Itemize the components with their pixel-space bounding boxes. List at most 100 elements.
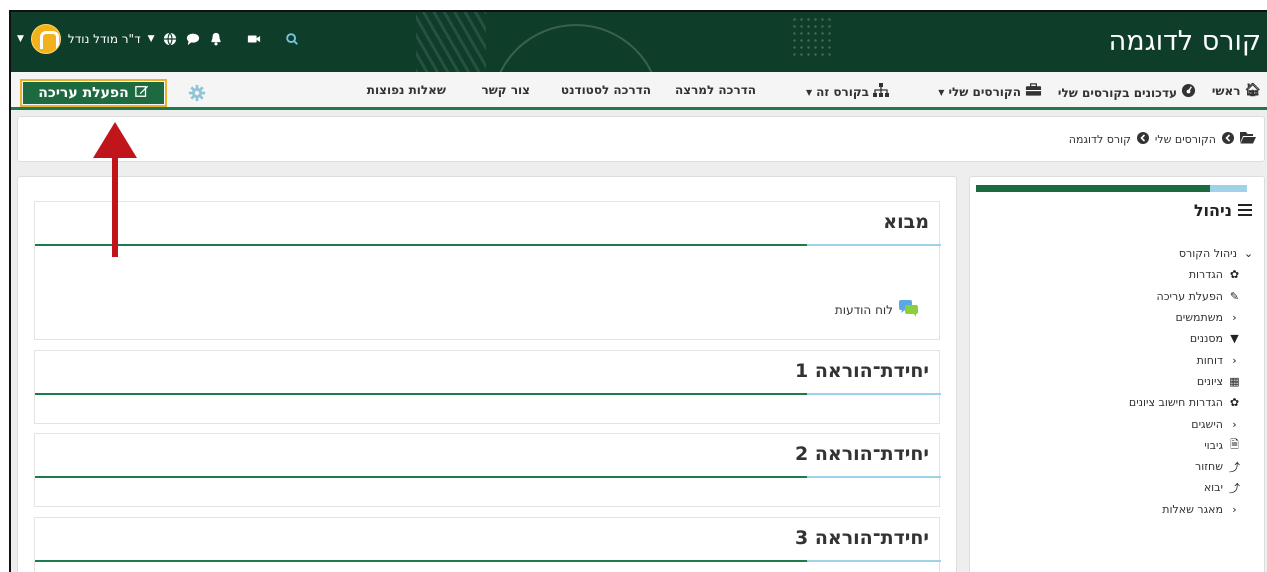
home-icon: 🏠︎	[1244, 83, 1261, 98]
course-content: מבוא לוח הודעות יחידת־הוראה 1 יחידת־הורא…	[17, 176, 957, 572]
breadcrumb: הקורסים שלי קורס לדוגמה	[17, 116, 1265, 162]
table-icon: ▦	[1229, 374, 1240, 388]
user-name[interactable]: ד"ר מודל נודל	[68, 32, 141, 46]
annotation-arrow	[93, 122, 137, 257]
edit-mode-label: הפעלת עריכה	[38, 85, 129, 101]
chevron-left-icon: ‹	[1232, 502, 1237, 516]
globe-icon[interactable]	[162, 31, 178, 47]
tree-item-import[interactable]: ⤴ יבוא	[1129, 477, 1254, 498]
nav-student-guide[interactable]: הדרכה לסטודנט	[561, 83, 651, 97]
tree-item-label: הפעלת עריכה	[1156, 289, 1223, 303]
folder-open-icon	[1240, 131, 1256, 147]
edit-mode-button-inner: הפעלת עריכה	[23, 82, 164, 104]
section-divider	[35, 476, 941, 478]
tree-item-grade-settings[interactable]: ✿ הגדרות חישוב ציונים	[1129, 392, 1254, 413]
course-section: יחידת־הוראה 2	[34, 433, 941, 507]
edit-icon	[134, 84, 149, 102]
user-menu-caret-icon[interactable]: ▼	[17, 34, 24, 44]
tree-item-label: הישגים	[1191, 417, 1223, 431]
search-icon[interactable]	[284, 31, 300, 47]
forum-icon	[899, 300, 919, 320]
nav-faq[interactable]: שאלות נפוצות	[367, 83, 446, 97]
nav-this-course[interactable]: בקורס זה ▼	[806, 83, 889, 101]
nav-my-courses-label: הקורסים שלי	[948, 85, 1021, 99]
course-section: יחידת־הוראה 1	[34, 350, 941, 424]
course-section: יחידת־הוראה 3	[34, 517, 941, 572]
nav-updates-label: עדכונים בקורסים שלי	[1057, 85, 1177, 100]
briefcase-icon	[1025, 83, 1042, 101]
language-caret-icon[interactable]: ▼	[148, 34, 155, 44]
chevron-down-icon: ▼	[805, 87, 813, 97]
forum-link[interactable]: לוח הודעות	[835, 300, 919, 320]
section-title[interactable]: מבוא	[883, 211, 929, 233]
nav-home[interactable]: 🏠︎ ראשי	[1212, 83, 1261, 98]
chevron-down-icon: ⌄	[1243, 247, 1254, 261]
browser-frame: קורס לדוגמה ▼ ד"ר מודל נודל ▼ 🏠︎ ראשי עד…	[9, 10, 1267, 572]
gear-icon: ✿	[1229, 268, 1240, 282]
bell-icon[interactable]	[208, 31, 224, 47]
nav-this-course-label: בקורס זה	[816, 85, 869, 99]
tree-item-label: משתמשים	[1175, 311, 1223, 325]
tree-item-users[interactable]: ‹ משתמשים	[1129, 307, 1254, 328]
page-header: קורס לדוגמה ▼ ד"ר מודל נודל ▼	[11, 12, 1267, 72]
tree-item-achievements[interactable]: ‹ הישגים	[1129, 413, 1254, 434]
section-title[interactable]: יחידת־הוראה 3	[795, 527, 929, 549]
section-title[interactable]: יחידת־הוראה 2	[795, 443, 929, 465]
course-section: מבוא לוח הודעות	[34, 201, 941, 340]
pencil-icon: ✎	[1229, 289, 1240, 303]
chevron-circle-icon	[1136, 131, 1149, 147]
course-title: קורס לדוגמה	[1108, 26, 1261, 57]
admin-tree: ⌄ ניהול הקורס ✿ הגדרות ✎ הפעלת עריכה ‹ מ…	[1129, 243, 1254, 520]
tree-item-grades[interactable]: ▦ ציונים	[1129, 371, 1254, 392]
chevron-down-icon: ▼	[938, 87, 945, 97]
tree-item-label: גיבוי	[1204, 438, 1223, 452]
header-decoration-stripes	[416, 12, 486, 72]
breadcrumb-items: הקורסים שלי קורס לדוגמה	[1069, 131, 1256, 147]
breadcrumb-my-courses[interactable]: הקורסים שלי	[1155, 133, 1216, 146]
gear-icon[interactable]	[188, 84, 206, 102]
nav-home-label: ראשי	[1211, 83, 1241, 98]
tree-item-course-admin[interactable]: ⌄ ניהול הקורס	[1129, 243, 1254, 264]
user-bar: ▼ ד"ר מודל נודל ▼	[17, 22, 300, 56]
tree-item-reports[interactable]: ‹ דוחות	[1129, 349, 1254, 370]
tree-item-backup[interactable]: 🗎 גיבוי	[1129, 435, 1254, 456]
block-header-bar	[976, 185, 1247, 192]
breadcrumb-course[interactable]: קורס לדוגמה	[1069, 133, 1131, 146]
edit-mode-button[interactable]: הפעלת עריכה	[20, 79, 167, 107]
tree-item-label: יבוא	[1203, 481, 1223, 495]
gear-icon: ✿	[1229, 396, 1240, 410]
tree-item-label: מאגר שאלות	[1162, 502, 1223, 516]
nav-my-courses[interactable]: הקורסים שלי ▼	[938, 83, 1042, 101]
chevron-left-icon: ‹	[1232, 311, 1237, 325]
tree-item-filters[interactable]: ▼ מסננים	[1129, 328, 1254, 349]
nav-teacher-guide-label: הדרכה למרצה	[675, 83, 756, 97]
nav-updates[interactable]: עדכונים בקורסים שלי	[1058, 83, 1196, 102]
nav-teacher-guide[interactable]: הדרכה למרצה	[675, 83, 756, 97]
section-divider	[35, 244, 941, 246]
header-decoration-dots	[791, 16, 831, 56]
video-camera-icon[interactable]	[246, 31, 262, 47]
tree-item-label: ציונים	[1196, 374, 1223, 388]
tree-item-label: מסננים	[1189, 332, 1223, 346]
tree-item-label: ניהול הקורס	[1178, 247, 1237, 261]
admin-block: ניהול ⌄ ניהול הקורס ✿ הגדרות ✎ הפעלת ערי…	[969, 176, 1265, 572]
nav-faq-label: שאלות נפוצות	[366, 83, 446, 97]
tree-item-question-bank[interactable]: ‹ מאגר שאלות	[1129, 499, 1254, 520]
chevron-left-icon: ‹	[1232, 417, 1237, 431]
nav-contact[interactable]: צור קשר	[481, 83, 530, 97]
file-icon: 🗎	[1230, 437, 1239, 451]
dashboard-icon	[1181, 83, 1196, 102]
nav-contact-label: צור קשר	[481, 83, 530, 97]
chevron-circle-icon	[1222, 131, 1234, 147]
tree-item-label: דוחות	[1196, 353, 1223, 367]
hamburger-icon[interactable]	[1238, 201, 1252, 220]
tree-item-settings[interactable]: ✿ הגדרות	[1129, 264, 1254, 285]
avatar[interactable]	[30, 24, 61, 54]
tree-item-label: שחזור	[1195, 460, 1223, 474]
tree-item-restore[interactable]: ⤴ שחזור	[1129, 456, 1254, 477]
tree-item-edit-mode[interactable]: ✎ הפעלת עריכה	[1129, 286, 1254, 307]
sitemap-icon	[873, 83, 889, 101]
chat-bubble-icon[interactable]	[185, 31, 201, 47]
section-title[interactable]: יחידת־הוראה 1	[795, 360, 929, 382]
tree-item-label: הגדרות חישוב ציונים	[1128, 396, 1223, 410]
